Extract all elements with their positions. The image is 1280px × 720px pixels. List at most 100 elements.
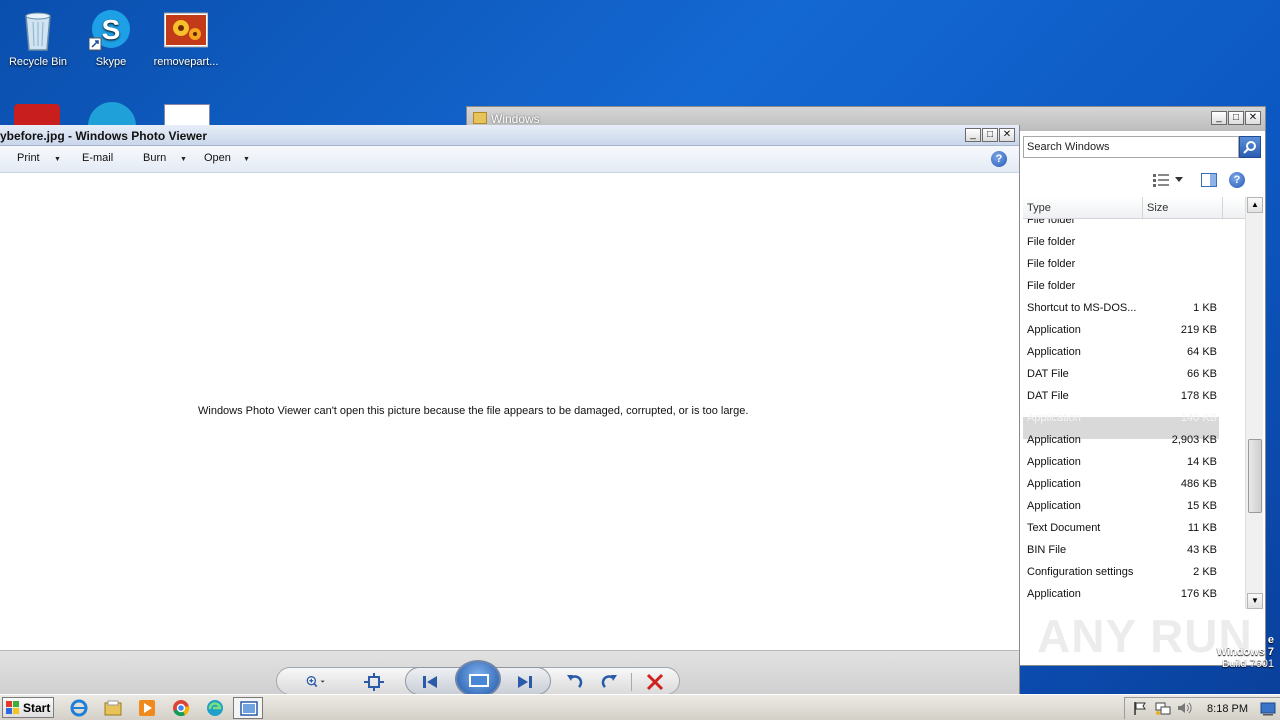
- file-size: 140 KB: [1180, 412, 1217, 424]
- rotate-clockwise-icon[interactable]: [599, 673, 619, 691]
- file-size: 486 KB: [1180, 478, 1217, 490]
- chevron-down-icon[interactable]: [1175, 177, 1183, 183]
- zoom-icon[interactable]: [306, 673, 326, 691]
- file-type: Application: [1027, 412, 1081, 424]
- file-type: File folder: [1027, 236, 1076, 248]
- image-file-icon: [163, 8, 209, 52]
- delete-icon[interactable]: [645, 673, 665, 691]
- maximize-button[interactable]: □: [1228, 111, 1244, 125]
- file-size: 43 KB: [1187, 544, 1217, 556]
- close-button[interactable]: ✕: [999, 128, 1015, 142]
- photo-viewer-controls: [0, 650, 1019, 698]
- explorer-title: Windows: [491, 112, 540, 126]
- file-size: 2 KB: [1193, 566, 1217, 578]
- desktop-icon-recycle-bin[interactable]: Recycle Bin: [0, 8, 76, 68]
- svg-text:S: S: [102, 14, 121, 45]
- close-button[interactable]: ✕: [1245, 111, 1261, 125]
- edge-icon[interactable]: [206, 699, 224, 717]
- taskbar: Start 8:18 PM: [0, 694, 1280, 720]
- menu-open[interactable]: Open: [204, 152, 231, 164]
- photo-viewer-window[interactable]: ybefore.jpg - Windows Photo Viewer _ □ ✕…: [0, 125, 1020, 698]
- file-type: Application: [1027, 434, 1081, 446]
- slideshow-icon: [469, 674, 489, 687]
- action-center-flag-icon[interactable]: [1133, 701, 1147, 715]
- start-button[interactable]: Start: [2, 697, 54, 718]
- clock[interactable]: 8:18 PM: [1207, 703, 1248, 715]
- recycle-bin-icon: [16, 8, 60, 52]
- desktop-icon-skype[interactable]: S Skype: [73, 8, 149, 68]
- internet-explorer-icon[interactable]: [70, 699, 88, 717]
- network-icon[interactable]: [1155, 701, 1171, 715]
- file-type: Text Document: [1027, 522, 1101, 534]
- file-size: 219 KB: [1180, 324, 1217, 336]
- desktop-icon-removepart[interactable]: removepart...: [148, 8, 224, 68]
- desktop-icon-partial[interactable]: [14, 104, 60, 126]
- media-player-icon[interactable]: [138, 699, 156, 717]
- chrome-icon[interactable]: [172, 699, 190, 717]
- rotate-counterclockwise-icon[interactable]: [565, 673, 585, 691]
- photo-viewer-title-bar[interactable]: ybefore.jpg - Windows Photo Viewer _ □ ✕: [0, 125, 1019, 146]
- column-header-size[interactable]: Size: [1143, 197, 1223, 219]
- desktop-icon-label: removepart...: [153, 56, 219, 68]
- skype-icon: S: [88, 8, 133, 52]
- file-type: Application: [1027, 324, 1081, 336]
- file-type: Configuration settings: [1027, 566, 1134, 578]
- file-type: Shortcut to MS-DOS...: [1027, 302, 1137, 314]
- taskbar-button-photo-viewer[interactable]: [233, 697, 263, 719]
- file-type: File folder: [1027, 280, 1076, 292]
- minimize-button[interactable]: _: [1211, 111, 1227, 125]
- file-type: BIN File: [1027, 544, 1067, 556]
- desktop-icon-label: Skype: [95, 56, 127, 68]
- menu-email[interactable]: E-mail: [82, 152, 113, 164]
- file-size: 15 KB: [1187, 500, 1217, 512]
- show-desktop-icon[interactable]: [1260, 702, 1276, 716]
- maximize-button[interactable]: □: [982, 128, 998, 142]
- file-type: File folder: [1027, 219, 1076, 226]
- next-icon[interactable]: [515, 673, 535, 691]
- file-list-row[interactable]: Application 176 KB: [1023, 588, 1219, 607]
- slideshow-button[interactable]: [455, 660, 501, 698]
- desktop-icon-partial[interactable]: [164, 104, 210, 126]
- preview-pane-icon[interactable]: [1201, 173, 1217, 187]
- file-type: Application: [1027, 346, 1081, 358]
- photo-viewer-menu-bar: Print ▼ E-mail Burn ▼ Open ▼ ?: [0, 146, 1019, 173]
- file-type: Application: [1027, 500, 1081, 512]
- scroll-down-button[interactable]: ▼: [1247, 593, 1263, 609]
- desktop-icon-partial[interactable]: [88, 102, 136, 126]
- chevron-down-icon[interactable]: ▼: [180, 156, 187, 163]
- file-size: 64 KB: [1187, 346, 1217, 358]
- os-name: Windows 7: [1216, 646, 1274, 658]
- column-header-type[interactable]: Type: [1023, 197, 1143, 219]
- help-icon[interactable]: ?: [1229, 172, 1245, 188]
- file-explorer-icon[interactable]: [104, 699, 122, 717]
- file-size: 66 KB: [1187, 368, 1217, 380]
- os-edition-fragment: e: [1267, 634, 1274, 646]
- folder-icon: [473, 112, 487, 124]
- chevron-down-icon[interactable]: ▼: [54, 156, 61, 163]
- chevron-down-icon[interactable]: ▼: [243, 156, 250, 163]
- menu-burn[interactable]: Burn: [143, 152, 166, 164]
- system-tray: 8:18 PM: [1124, 697, 1280, 719]
- windows-logo-icon: [6, 701, 19, 714]
- view-options-icon[interactable]: [1153, 173, 1169, 187]
- vertical-scrollbar[interactable]: ▲ ▼: [1245, 197, 1263, 609]
- previous-icon[interactable]: [420, 673, 440, 691]
- minimize-button[interactable]: _: [965, 128, 981, 142]
- search-input[interactable]: Search Windows: [1023, 136, 1239, 158]
- file-size: 176 KB: [1180, 588, 1217, 600]
- actual-size-icon[interactable]: [364, 673, 384, 691]
- search-button[interactable]: [1239, 136, 1261, 158]
- file-type: DAT File: [1027, 390, 1069, 402]
- file-size: 178 KB: [1180, 390, 1217, 402]
- volume-icon[interactable]: [1177, 701, 1193, 715]
- menu-print[interactable]: Print: [17, 152, 40, 164]
- error-message: Windows Photo Viewer can't open this pic…: [198, 405, 749, 417]
- divider: [631, 673, 632, 691]
- column-header-row: Type Size: [1023, 197, 1247, 219]
- scroll-up-button[interactable]: ▲: [1247, 197, 1263, 213]
- file-type: File folder: [1027, 258, 1076, 270]
- start-label: Start: [23, 701, 51, 715]
- explorer-toolbar: ?: [1023, 167, 1267, 195]
- scrollbar-thumb[interactable]: [1248, 439, 1262, 513]
- help-icon[interactable]: ?: [991, 151, 1007, 167]
